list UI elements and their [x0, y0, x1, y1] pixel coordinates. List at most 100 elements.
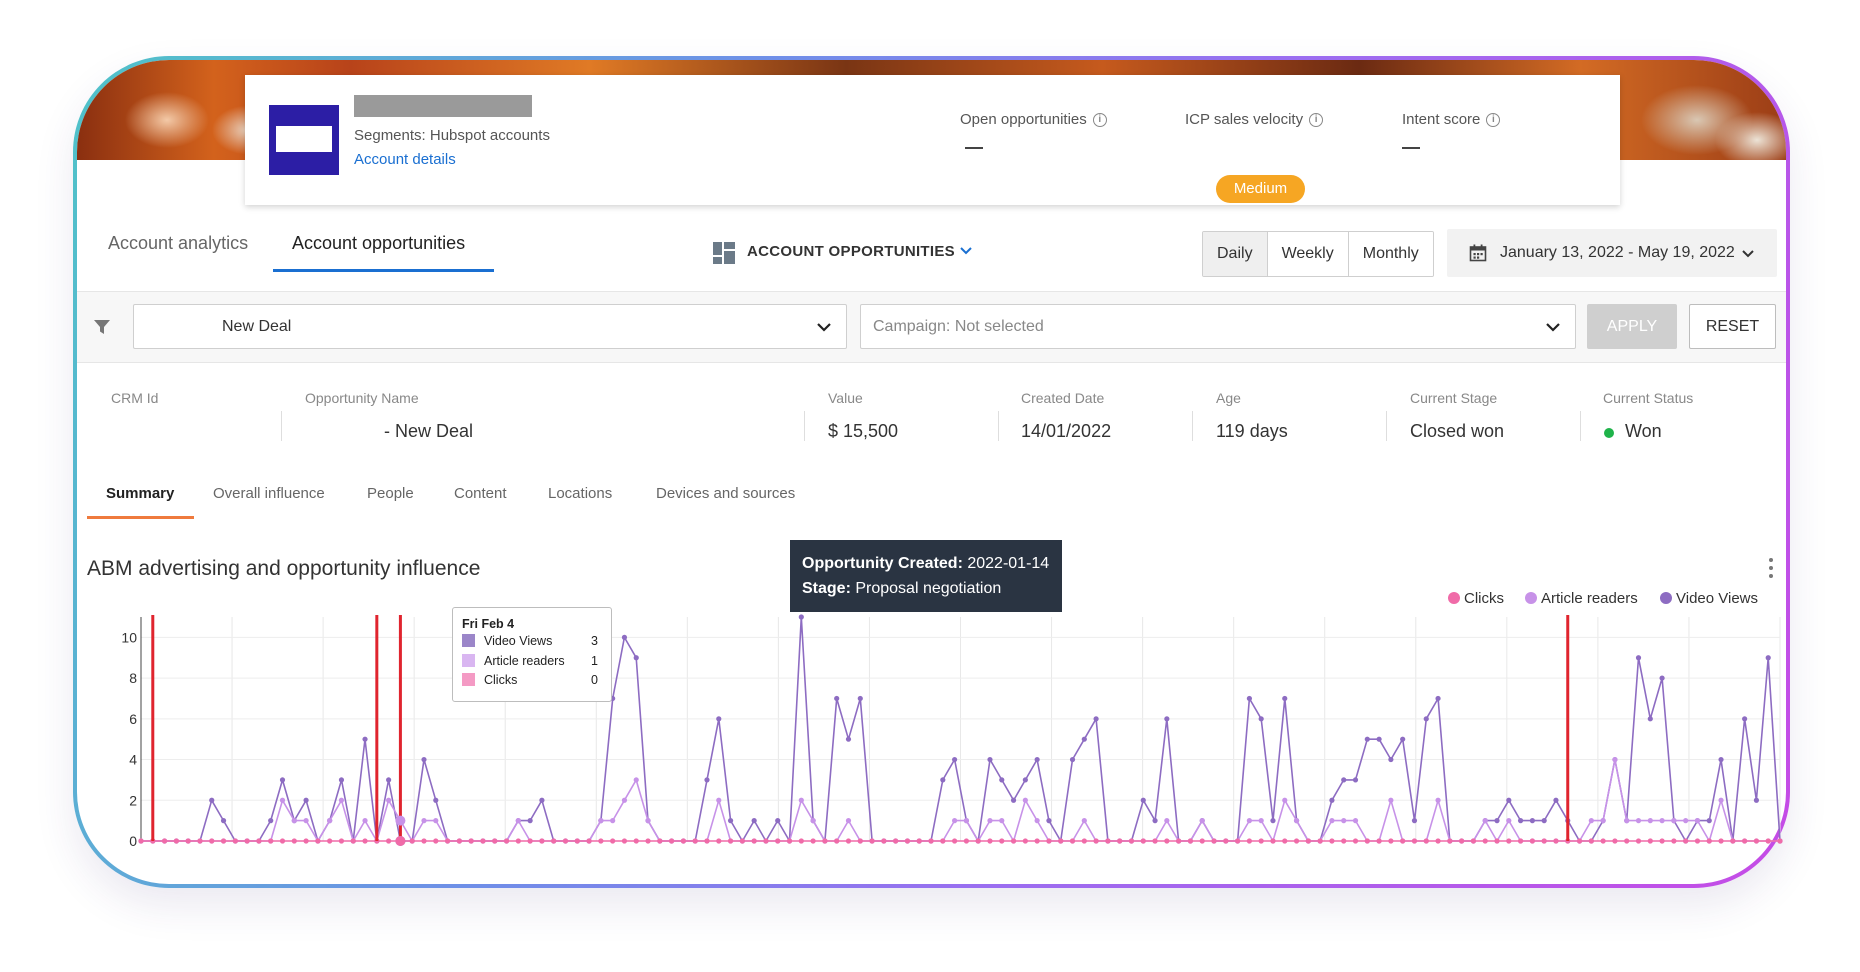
data-point-article-readers [1659, 818, 1665, 824]
data-point-clicks [1317, 838, 1323, 844]
data-point-clicks [1624, 838, 1630, 844]
tooltip-created-label: Opportunity Created: [802, 555, 963, 572]
tooltip-stage-value: Proposal negotiation [855, 580, 1002, 597]
data-point-clicks [1341, 838, 1347, 844]
data-point-video-views [1246, 695, 1252, 702]
data-point-video-views [1753, 797, 1760, 803]
data-point-clicks [727, 838, 734, 844]
hovered-point [395, 815, 406, 826]
data-point-article-readers [1694, 818, 1701, 824]
data-point-clicks [1588, 838, 1594, 844]
data-point-article-readers [1293, 818, 1300, 824]
data-point-clicks [197, 838, 203, 844]
data-point-clicks [621, 838, 628, 844]
data-point-article-readers [987, 818, 993, 824]
data-point-video-views [1718, 756, 1724, 763]
y-tick-label: 6 [129, 711, 137, 727]
data-point-article-readers [1588, 818, 1594, 824]
hover-row-value: 1 [591, 653, 598, 668]
data-point-video-views [999, 777, 1005, 783]
data-point-clicks [739, 838, 745, 844]
data-point-video-views [952, 756, 958, 763]
data-point-video-views [1329, 797, 1335, 803]
data-point-clicks [1517, 838, 1524, 844]
data-point-clicks [775, 838, 781, 844]
data-point-video-views [1046, 818, 1052, 824]
data-point-video-views [940, 777, 946, 783]
data-point-video-views [1376, 736, 1382, 742]
data-point-clicks [256, 838, 262, 844]
y-tick-label: 10 [121, 629, 137, 645]
data-point-clicks [869, 838, 875, 844]
data-point-clicks [350, 838, 356, 844]
data-point-video-views [845, 736, 852, 742]
data-point-clicks [303, 838, 309, 844]
data-point-clicks [1128, 838, 1135, 844]
data-point-clicks [952, 838, 958, 844]
data-point-clicks [480, 838, 486, 844]
data-point-clicks [1494, 838, 1500, 844]
data-point-article-readers [1164, 818, 1170, 824]
data-point-clicks [539, 838, 545, 844]
data-point-article-readers [1258, 818, 1264, 824]
data-point-clicks [704, 838, 710, 844]
data-point-clicks [327, 838, 333, 844]
data-point-video-views [1270, 818, 1276, 824]
data-point-clicks [1199, 838, 1205, 844]
data-point-article-readers [1329, 818, 1335, 824]
data-point-article-readers [291, 818, 297, 824]
data-point-article-readers [386, 797, 392, 803]
data-point-video-views [1423, 716, 1429, 722]
data-point-clicks [173, 838, 179, 844]
data-point-video-views [220, 818, 227, 824]
data-point-clicks [881, 838, 887, 844]
data-point-clicks [1447, 838, 1453, 844]
data-point-clicks [409, 838, 415, 844]
data-point-clicks [1718, 838, 1724, 844]
data-point-article-readers [362, 818, 368, 824]
data-point-video-views [751, 818, 757, 824]
data-point-video-views [303, 797, 309, 803]
data-point-video-views [1140, 797, 1146, 803]
data-point-clicks [928, 838, 934, 844]
influence-chart: 0246810 [121, 614, 1783, 849]
hover-tooltip-row: Article readers 1 [462, 653, 602, 674]
data-point-clicks [1329, 838, 1335, 844]
data-point-clicks [645, 838, 651, 844]
data-point-clicks [1364, 838, 1370, 844]
y-tick-label: 8 [129, 670, 137, 686]
data-point-clicks [975, 838, 981, 844]
hover-tooltip-title: Fri Feb 4 [462, 617, 515, 631]
data-point-clicks [1635, 838, 1642, 844]
data-point-clicks [551, 838, 557, 844]
y-tick-label: 2 [129, 792, 137, 808]
data-point-article-readers [1600, 818, 1606, 824]
data-point-video-views [633, 655, 639, 661]
data-point-video-views [209, 797, 215, 803]
data-point-clicks [1058, 838, 1064, 844]
data-point-video-views [1093, 716, 1099, 722]
hover-tooltip-row: Clicks 0 [462, 673, 602, 693]
data-point-clicks [834, 838, 840, 844]
data-point-clicks [598, 838, 604, 844]
data-point-clicks [161, 838, 168, 844]
data-point-article-readers [1671, 818, 1677, 824]
tooltip-stage-label: Stage: [802, 580, 851, 597]
data-point-video-views [1765, 655, 1771, 661]
data-point-clicks [916, 838, 922, 844]
data-point-clicks [1152, 838, 1158, 844]
data-point-article-readers [633, 777, 639, 783]
data-point-video-views [1081, 736, 1087, 742]
data-point-clicks [362, 838, 368, 844]
data-point-video-views [1364, 736, 1370, 742]
data-point-clicks [822, 838, 828, 844]
data-point-video-views [1069, 756, 1076, 763]
data-point-article-readers [1282, 797, 1288, 803]
data-point-clicks [268, 838, 274, 844]
data-point-clicks [1671, 838, 1677, 844]
data-point-video-views [1341, 777, 1347, 783]
opportunity-event-tooltip: Opportunity Created: 2022-01-14 Stage: P… [790, 540, 1062, 612]
data-point-clicks [1282, 838, 1288, 844]
data-point-article-readers [421, 818, 427, 824]
data-point-video-views [775, 818, 781, 824]
